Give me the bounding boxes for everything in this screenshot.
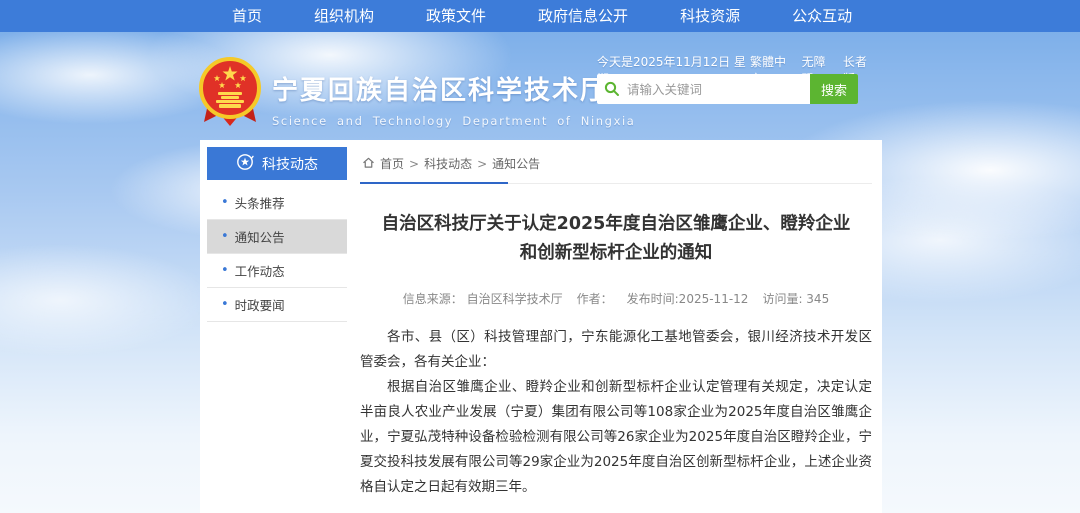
sidebar-header: 科技动态	[207, 147, 347, 180]
search-button[interactable]: 搜索	[810, 74, 858, 104]
article-paragraph: 根据自治区雏鹰企业、瞪羚企业和创新型标杆企业认定管理有关规定，决定认定半亩良人农…	[360, 375, 872, 500]
sidebar-item-label: 工作动态	[235, 261, 285, 280]
article-area: 首页 > 科技动态 > 通知公告 自治区科技厅关于认定2025年度自治区雏鹰企业…	[360, 147, 872, 513]
article-meta: 信息来源： 自治区科学技术厅 作者： 发布时间:2025-11-12 访问量: …	[360, 290, 872, 307]
search-bar: 搜索	[597, 74, 858, 104]
sidebar: 科技动态 头条推荐 通知公告 工作动态 时政要闻	[207, 147, 347, 322]
meta-source: 信息来源： 自治区科学技术厅	[403, 290, 563, 307]
sidebar-item-label: 时政要闻	[235, 295, 285, 314]
meta-visits: 访问量: 345	[762, 290, 829, 307]
sidebar-item-label: 头条推荐	[235, 193, 285, 212]
article-body: 各市、县（区）科技管理部门，宁东能源化工基地管委会，银川经济技术开发区管委会，各…	[360, 325, 872, 500]
top-navigation: 首页 组织机构 政策文件 政府信息公开 科技资源 公众互动	[0, 0, 1080, 32]
meta-publish-time: 发布时间:2025-11-12	[627, 290, 749, 307]
sidebar-title: 科技动态	[262, 154, 318, 174]
breadcrumb: 首页 > 科技动态 > 通知公告	[360, 147, 872, 184]
sidebar-item-current-politics[interactable]: 时政要闻	[207, 288, 347, 322]
article-title-line2: 和创新型标杆企业的通知	[360, 239, 872, 268]
breadcrumb-separator: >	[409, 157, 419, 171]
nav-item-organization[interactable]: 组织机构	[314, 0, 374, 32]
search-icon	[597, 74, 627, 104]
site-header: 宁夏回族自治区科学技术厅 Science and Technology Depa…	[272, 70, 635, 128]
breadcrumb-sci-news[interactable]: 科技动态	[424, 155, 472, 172]
site-title: 宁夏回族自治区科学技术厅	[272, 70, 635, 107]
nav-item-gov-info[interactable]: 政府信息公开	[538, 0, 628, 32]
sidebar-item-notices[interactable]: 通知公告	[207, 220, 347, 254]
home-icon	[362, 156, 375, 172]
nav-item-policy[interactable]: 政策文件	[426, 0, 486, 32]
sidebar-item-work-trends[interactable]: 工作动态	[207, 254, 347, 288]
sci-news-icon	[236, 153, 254, 175]
breadcrumb-home[interactable]: 首页	[380, 155, 404, 172]
article-title: 自治区科技厅关于认定2025年度自治区雏鹰企业、瞪羚企业 和创新型标杆企业的通知	[360, 210, 872, 268]
sidebar-item-headlines[interactable]: 头条推荐	[207, 186, 347, 220]
nav-item-sci-resources[interactable]: 科技资源	[680, 0, 740, 32]
breadcrumb-separator: >	[477, 157, 487, 171]
nav-item-home[interactable]: 首页	[232, 0, 262, 32]
article-paragraph: 各市、县（区）科技管理部门，宁东能源化工基地管委会，银川经济技术开发区管委会，各…	[360, 325, 872, 375]
nav-item-public-interaction[interactable]: 公众互动	[792, 0, 852, 32]
content-panel: 科技动态 头条推荐 通知公告 工作动态 时政要闻 首页 > 科技动态	[200, 140, 882, 513]
national-emblem-logo	[198, 56, 262, 128]
sidebar-item-label: 通知公告	[235, 227, 285, 246]
meta-author: 作者：	[577, 290, 613, 307]
site-subtitle: Science and Technology Department of Nin…	[272, 114, 635, 128]
search-input[interactable]	[627, 75, 810, 103]
article-title-line1: 自治区科技厅关于认定2025年度自治区雏鹰企业、瞪羚企业	[360, 210, 872, 239]
breadcrumb-notices[interactable]: 通知公告	[492, 155, 540, 172]
